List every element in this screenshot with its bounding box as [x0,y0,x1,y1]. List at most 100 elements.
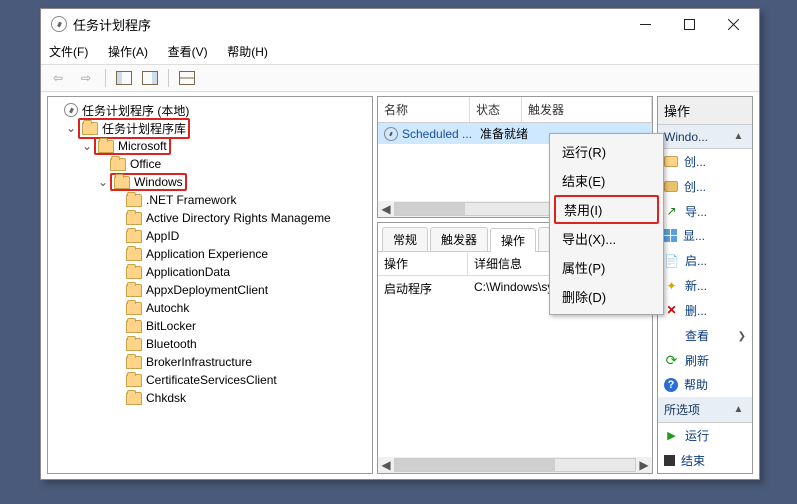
nav-back-button[interactable]: ⇦ [47,68,69,88]
subcol-action[interactable]: 操作 [378,252,468,275]
folder-icon [664,156,678,167]
tree-item[interactable]: AppxDeploymentClient [50,281,370,299]
tree-item[interactable]: Application Experience [50,245,370,263]
action-help[interactable]: 帮助 [658,372,752,397]
context-menu: 运行(R) 结束(E) 禁用(I) 导出(X)... 属性(P) 删除(D) [549,133,664,315]
tree-item-label: AppxDeploymentClient [146,283,268,297]
tree-item-label: Autochk [146,301,189,315]
tree-item[interactable]: BitLocker [50,317,370,335]
collapse-icon[interactable] [731,402,746,417]
nav-forward-button[interactable]: ⇨ [75,68,97,88]
horizontal-scrollbar[interactable]: ◀ ▶ [378,457,652,473]
folder-icon [126,338,142,351]
folder-icon [126,230,142,243]
history-icon: 📄 [664,253,679,268]
toolbar-properties-icon[interactable] [140,68,160,88]
ctx-run[interactable]: 运行(R) [552,137,661,166]
tree-item-label: CertificateServicesClient [146,373,277,387]
tree-item[interactable]: CertificateServicesClient [50,371,370,389]
action-import[interactable]: 导... [658,199,752,224]
folder-icon [98,140,114,153]
tree-item[interactable]: Bluetooth [50,335,370,353]
task-status: 准备就绪 [480,125,528,142]
menu-action[interactable]: 操作(A) [108,45,148,59]
folder-icon [126,266,142,279]
twisty-icon[interactable]: ⌄ [80,139,94,153]
menu-view[interactable]: 查看(V) [168,45,208,59]
action-show-running[interactable]: 显... [658,223,752,248]
tree-item[interactable]: BrokerInfrastructure [50,353,370,371]
folder-icon [126,194,142,207]
col-triggers[interactable]: 触发器 [522,97,652,122]
tree-item-label: ApplicationData [146,265,230,279]
help-icon [664,378,678,392]
ctx-properties[interactable]: 属性(P) [552,253,661,282]
tree-item[interactable]: ApplicationData [50,263,370,281]
clock-icon [384,127,398,141]
refresh-icon [664,353,679,368]
tree-item-label: .NET Framework [146,193,236,207]
action-delete-folder[interactable]: 删... [658,298,752,323]
folder-icon [82,122,98,135]
action-run[interactable]: 运行 [658,423,752,448]
ctx-end[interactable]: 结束(E) [552,166,661,195]
ctx-delete[interactable]: 删除(D) [552,282,661,311]
folder-icon [126,320,142,333]
action-new-folder[interactable]: 新... [658,273,752,298]
folder-icon [126,392,142,405]
action-view[interactable]: 查看 [658,323,752,348]
action-create-basic[interactable]: 创... [658,149,752,174]
toolbar-help-icon[interactable] [177,68,197,88]
tree-pane[interactable]: 任务计划程序 (本地) ⌄ 任务计划程序库 ⌄ Microsoft [47,96,373,474]
tree-item[interactable]: Chkdsk [50,389,370,407]
twisty-icon[interactable]: ⌄ [64,121,78,135]
close-button[interactable] [711,10,755,38]
actions-section-scope: Windo... [658,125,752,149]
play-icon [664,428,679,443]
action-create[interactable]: 创... [658,174,752,199]
action-end[interactable]: 结束 [658,448,752,473]
tree-item-label: Bluetooth [146,337,197,351]
tree-item-label: Active Directory Rights Manageme [146,211,331,225]
tree-item-label: Application Experience [146,247,268,261]
menu-help[interactable]: 帮助(H) [227,45,268,59]
collapse-icon[interactable] [731,129,746,144]
folder-icon [126,212,142,225]
new-icon [664,278,679,293]
titlebar[interactable]: 任务计划程序 [41,9,759,39]
folder-icon [126,356,142,369]
tab-general[interactable]: 常规 [382,227,428,251]
ctx-disable[interactable]: 禁用(I) [554,195,659,224]
tree-microsoft[interactable]: Microsoft [118,139,167,153]
menu-file[interactable]: 文件(F) [49,45,88,59]
menubar: 文件(F) 操作(A) 查看(V) 帮助(H) [41,39,759,64]
col-name[interactable]: 名称 [378,97,470,122]
col-status[interactable]: 状态 [470,97,522,122]
toolbar-show-panel-icon[interactable] [114,68,134,88]
tree-item[interactable]: Active Directory Rights Manageme [50,209,370,227]
action-enable-history[interactable]: 📄启... [658,248,752,273]
tree-root[interactable]: 任务计划程序 (本地) [82,102,189,119]
tree-office[interactable]: Office [130,157,161,171]
action-refresh[interactable]: 刷新 [658,348,752,373]
ctx-export[interactable]: 导出(X)... [552,224,661,253]
minimize-button[interactable] [623,10,667,38]
tree-item-label: AppID [146,229,179,243]
tree-item[interactable]: AppID [50,227,370,245]
blank-icon [664,328,679,343]
tree-library[interactable]: 任务计划程序库 [102,120,186,137]
actions-section-selected: 所选项 [658,397,752,423]
maximize-button[interactable] [667,10,711,38]
delete-icon [664,303,679,318]
tab-actions[interactable]: 操作 [490,228,536,252]
tab-triggers[interactable]: 触发器 [430,227,488,251]
tree-windows[interactable]: Windows [134,175,183,189]
tree-item[interactable]: .NET Framework [50,191,370,209]
folder-icon [126,248,142,261]
actions-pane: 操作 Windo... 创... 创... 导... 显... 📄启... 新.… [657,96,753,474]
tree-item-label: BitLocker [146,319,196,333]
chevron-right-icon [738,328,746,342]
twisty-icon[interactable]: ⌄ [96,175,110,189]
import-icon [664,204,679,219]
tree-item[interactable]: Autochk [50,299,370,317]
